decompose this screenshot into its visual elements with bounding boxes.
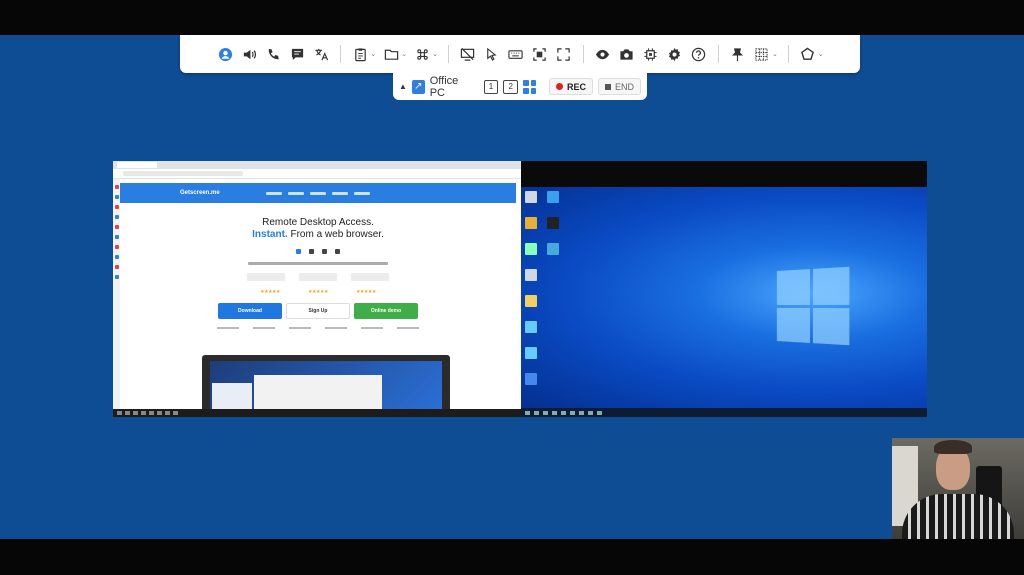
chevron-down-icon[interactable]: ⌄ xyxy=(370,50,376,58)
collapse-arrow-icon[interactable]: ▲ xyxy=(399,82,407,91)
camera-icon[interactable] xyxy=(616,43,638,65)
rating-stars: ★★★★★ xyxy=(260,289,281,295)
rating-stars: ★★★★★ xyxy=(355,289,376,295)
windows-logo-icon xyxy=(776,266,850,346)
desktop-icons[interactable] xyxy=(523,191,563,399)
eye-icon[interactable] xyxy=(592,43,614,65)
remote-monitor-2[interactable] xyxy=(521,161,927,417)
all-monitors-icon[interactable] xyxy=(523,79,536,94)
webcam-overlay[interactable] xyxy=(892,438,1024,539)
headline-highlight: Instant. xyxy=(252,229,288,240)
end-session-button[interactable]: END xyxy=(597,78,641,95)
browser-sidebar xyxy=(113,179,120,409)
browser-tab-strip[interactable] xyxy=(113,161,521,169)
site-headline: Remote Desktop Access. Instant. From a w… xyxy=(120,217,516,241)
record-label: REC xyxy=(566,81,586,92)
gear-icon[interactable] xyxy=(664,43,686,65)
cursor-icon[interactable] xyxy=(481,43,503,65)
site-logo[interactable]: Getscreen.me xyxy=(180,190,220,196)
command-icon[interactable] xyxy=(411,43,433,65)
chevron-down-icon[interactable]: ⌄ xyxy=(772,50,778,58)
cta-row: Download Sign Up Online demo xyxy=(120,303,516,319)
toolbar-divider xyxy=(717,45,719,63)
speaker-icon[interactable] xyxy=(238,43,260,65)
os-icons xyxy=(120,249,516,254)
grid-select-icon[interactable] xyxy=(751,43,773,65)
chevron-down-icon[interactable]: ⌄ xyxy=(818,50,824,58)
user-icon[interactable] xyxy=(214,43,236,65)
site-header: Getscreen.me xyxy=(120,183,516,203)
session-toolbar: ⌄ ⌄ ⌄ ⌄ ⌄ xyxy=(180,35,860,73)
monitor-1-button[interactable]: 1 xyxy=(483,79,499,94)
chat-icon[interactable] xyxy=(286,43,308,65)
chevron-down-icon[interactable]: ⌄ xyxy=(401,50,407,58)
help-icon[interactable] xyxy=(688,43,710,65)
chevron-down-icon[interactable]: ⌄ xyxy=(432,50,438,58)
toolbar-divider xyxy=(340,45,342,63)
record-button[interactable]: REC xyxy=(548,78,593,95)
chip-icon[interactable] xyxy=(640,43,662,65)
toolbar-divider xyxy=(787,45,789,63)
end-label: END xyxy=(614,81,634,92)
folder-icon[interactable] xyxy=(380,43,402,65)
headline-rest: From a web browser. xyxy=(287,229,384,240)
record-dot-icon xyxy=(555,83,563,90)
windows-taskbar-left[interactable] xyxy=(113,409,521,417)
toolbar-divider xyxy=(582,45,584,63)
site-feature-tabs[interactable] xyxy=(120,327,516,329)
feature-row xyxy=(120,273,516,281)
remote-monitor-1[interactable]: Getscreen.me Remote Desktop Access. Inst… xyxy=(113,161,521,417)
site-subtitle xyxy=(248,262,388,265)
monitor-off-icon[interactable] xyxy=(457,43,479,65)
pin-icon[interactable] xyxy=(727,43,749,65)
online-demo-button[interactable]: Online demo xyxy=(354,303,418,319)
website-viewport: Getscreen.me Remote Desktop Access. Inst… xyxy=(120,183,516,415)
headline-line-1: Remote Desktop Access. xyxy=(262,217,374,228)
fit-screen-icon[interactable] xyxy=(529,43,551,65)
remote-pc-logo-icon: ↗ xyxy=(411,79,425,94)
webcam-person-hair xyxy=(934,440,972,454)
rating-stars: ★★★★★ xyxy=(308,289,328,295)
download-button[interactable]: Download xyxy=(218,303,282,319)
signup-button[interactable]: Sign Up xyxy=(286,303,350,319)
share-icon[interactable] xyxy=(797,43,819,65)
windows-desktop[interactable] xyxy=(521,187,927,409)
translate-icon[interactable] xyxy=(310,43,332,65)
computer-name: Office PC xyxy=(429,74,459,99)
stop-icon xyxy=(604,83,611,90)
ratings-row: ★★★★★ ★★★★★ ★★★★★ xyxy=(120,289,516,295)
monitor-2-button[interactable]: 2 xyxy=(503,79,519,94)
product-preview-image xyxy=(202,355,450,415)
toolbar-divider xyxy=(447,45,449,63)
site-nav-links[interactable] xyxy=(265,191,370,195)
browser-address-bar[interactable] xyxy=(113,169,521,179)
headline-line-2: Instant. From a web browser. xyxy=(120,229,516,241)
windows-taskbar-right[interactable] xyxy=(521,408,927,417)
fullscreen-icon[interactable] xyxy=(553,43,575,65)
letterbox-top xyxy=(0,0,1024,35)
session-subbar: ▲ ↗ Office PC 1 2 REC END xyxy=(393,73,647,100)
keyboard-icon[interactable] xyxy=(505,43,527,65)
webcam-person-body xyxy=(902,494,1014,539)
clipboard-icon[interactable] xyxy=(349,43,371,65)
letterbox-bottom xyxy=(0,539,1024,575)
phone-icon[interactable] xyxy=(262,43,284,65)
